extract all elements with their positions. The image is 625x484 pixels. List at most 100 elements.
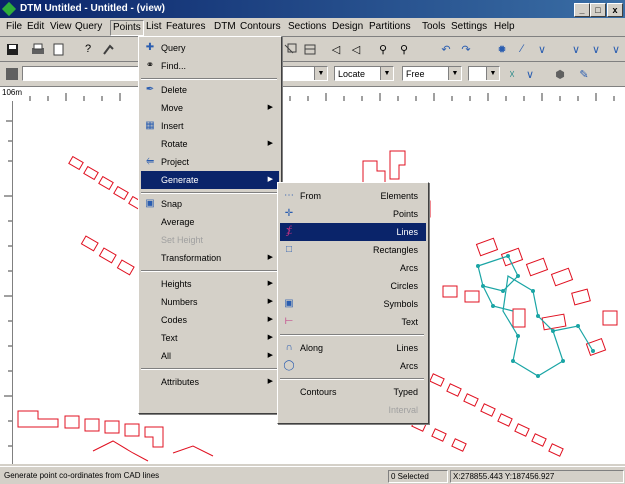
menu-item-project[interactable]: ⥢ Project [141, 153, 279, 171]
zoom-window-icon[interactable] [282, 41, 298, 57]
symbols-icon: ▣ [284, 298, 294, 309]
layer-combo[interactable] [22, 66, 140, 81]
polyline-tool-icon[interactable]: ∨ [534, 41, 550, 57]
submenu-item-symbols[interactable]: ▣ Symbols [280, 295, 426, 313]
menu-help[interactable]: Help [494, 20, 515, 34]
menu-item-label: Generate [161, 175, 199, 185]
menu-item-heights[interactable]: Heights ▶ [141, 275, 279, 293]
menu-query[interactable]: Query [75, 20, 102, 34]
hexagon-icon[interactable]: ⬢ [552, 66, 568, 82]
submenu-item-from-elements[interactable]: ⋯ From Elements [280, 187, 426, 205]
project-icon: ⥢ [146, 156, 154, 167]
select-tool-icon[interactable]: ∨ [568, 41, 584, 57]
snap-icon: ▣ [145, 198, 155, 209]
filter-combo[interactable]: ▼ [280, 66, 328, 81]
line-tool-icon[interactable]: ∕ [514, 41, 530, 57]
measure-tool-icon[interactable]: ∨ [588, 41, 604, 57]
close-button[interactable]: x [607, 3, 623, 17]
snap-icon[interactable]: ☓ [504, 66, 520, 82]
pan-right-icon[interactable]: ◁ [348, 41, 364, 57]
menu-list[interactable]: List [146, 20, 162, 34]
menu-partitions[interactable]: Partitions [369, 20, 411, 34]
pick-icon[interactable]: ∨ [522, 66, 538, 82]
minimize-button[interactable]: _ [574, 3, 590, 17]
menu-item-delete[interactable]: ✒ Delete [141, 81, 279, 99]
submenu-item-circles[interactable]: Circles [280, 277, 426, 295]
zoom-in-icon[interactable]: ⚲ [375, 41, 391, 57]
menu-edit[interactable]: Edit [27, 20, 44, 34]
undo-icon[interactable]: ↶ [438, 41, 454, 57]
mode-combo[interactable]: Free ▼ [402, 66, 462, 81]
locate-combo[interactable]: Locate ▼ [334, 66, 394, 81]
menu-settings[interactable]: Settings [451, 20, 487, 34]
pan-left-icon[interactable]: ◁ [328, 41, 344, 57]
menu-item-label: Project [161, 157, 190, 167]
submenu-item-contours-typed[interactable]: Contours Typed [280, 383, 426, 401]
menu-separator [280, 334, 424, 336]
snap-combo[interactable]: ▼ [468, 66, 500, 81]
submenu-item-lines[interactable]: ⨋ Lines [280, 223, 426, 241]
points-icon: ✛ [284, 208, 294, 219]
submenu-arrow-icon: ▶ [267, 316, 273, 323]
menu-item-set-height: Set Height [141, 231, 279, 249]
zoom-extents-icon[interactable] [302, 41, 318, 57]
menu-features[interactable]: Features [166, 20, 205, 34]
menu-item-insert[interactable]: ▦ Insert [141, 117, 279, 135]
menu-item-move[interactable]: Move ▶ [141, 99, 279, 117]
redo-icon[interactable]: ↷ [458, 41, 474, 57]
submenu-right-label: Circles [390, 281, 418, 291]
submenu-arrow-icon: ▶ [267, 104, 273, 111]
submenu-item-along-lines[interactable]: ∩ Along Lines [280, 339, 426, 357]
menu-contours[interactable]: Contours [240, 20, 281, 34]
query-tool-icon[interactable]: ? [80, 41, 96, 57]
submenu-right-label: Symbols [383, 299, 418, 309]
app-icon [1, 1, 17, 17]
menu-tools[interactable]: Tools [422, 20, 445, 34]
status-message: Generate point co-ordinates from CAD lin… [4, 471, 160, 480]
secondary-toolbar: ▼ Locate ▼ Free ▼ ▼ ☓ ∨ ⬢ ✎ [0, 62, 625, 87]
menu-item-transformation[interactable]: Transformation ▶ [141, 249, 279, 267]
menu-file[interactable]: File [6, 20, 22, 34]
menu-separator [141, 192, 277, 194]
submenu-right-label: Typed [393, 387, 418, 397]
submenu-item-rectangles[interactable]: □ Rectangles [280, 241, 426, 259]
submenu-item-points[interactable]: ✛ Points [280, 205, 426, 223]
trim-tool-icon[interactable]: ∨ [608, 41, 624, 57]
color-swatch-icon[interactable] [4, 66, 20, 82]
vertical-ruler [0, 101, 13, 464]
menu-item-label: Average [161, 217, 195, 227]
save-icon[interactable] [4, 41, 20, 57]
maximize-button[interactable]: □ [590, 3, 606, 17]
zoom-out-icon[interactable]: ⚲ [396, 41, 412, 57]
menu-item-query[interactable]: ✚ Query [141, 39, 279, 57]
menu-item-codes[interactable]: Codes ▶ [141, 311, 279, 329]
menu-sections[interactable]: Sections [288, 20, 326, 34]
submenu-item-arcs[interactable]: Arcs [280, 259, 426, 277]
points-menu: ✚ Query ⚭ Find... ✒ Delete Move ▶ ▦ Insert Ro… [138, 36, 282, 414]
menu-item-label: Text [161, 333, 178, 343]
point-tool-icon[interactable]: ✹ [494, 41, 510, 57]
submenu-item-along-arcs[interactable]: ◯ Arcs [280, 357, 426, 375]
menu-points[interactable]: Points [110, 20, 144, 36]
menu-dtm[interactable]: DTM [214, 20, 236, 34]
menu-design[interactable]: Design [332, 20, 363, 34]
menu-item-generate[interactable]: Generate ▶ [141, 171, 279, 189]
print-icon[interactable] [30, 41, 46, 57]
print-preview-icon[interactable] [50, 41, 66, 57]
menu-item-label: Heights [161, 279, 192, 289]
menu-item-attributes[interactable]: Attributes ▶ [141, 373, 279, 391]
submenu-item-text[interactable]: ⊢ Text [280, 313, 426, 331]
menu-item-all[interactable]: All ▶ [141, 347, 279, 365]
pencil-icon[interactable]: ✎ [576, 66, 592, 82]
tool-icon[interactable] [100, 41, 116, 57]
menu-item-snap[interactable]: ▣ Snap [141, 195, 279, 213]
menu-view[interactable]: View [50, 20, 72, 34]
menu-item-find[interactable]: ⚭ Find... [141, 57, 279, 75]
submenu-left-label: From [300, 191, 321, 201]
menu-item-numbers[interactable]: Numbers ▶ [141, 293, 279, 311]
menu-item-text[interactable]: Text ▶ [141, 329, 279, 347]
menu-item-average[interactable]: Average [141, 213, 279, 231]
status-bar: Generate point co-ordinates from CAD lin… [0, 466, 625, 484]
menu-item-rotate[interactable]: Rotate ▶ [141, 135, 279, 153]
horizontal-ruler: 106m [0, 87, 625, 102]
